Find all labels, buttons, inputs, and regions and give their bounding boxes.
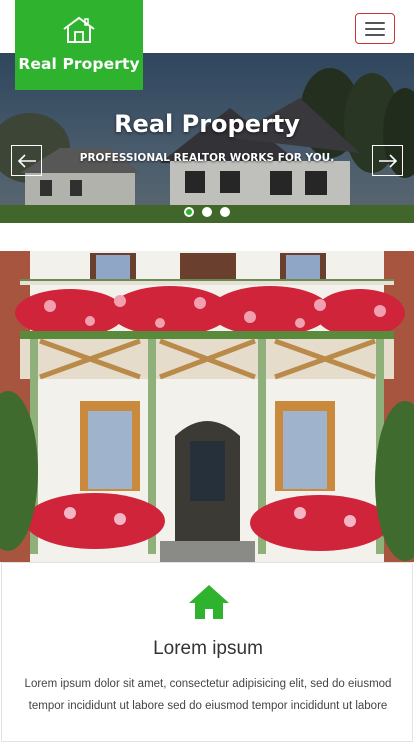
- menu-toggle-button[interactable]: [355, 13, 395, 44]
- hero-title: Real Property: [114, 110, 300, 138]
- slider-prev-button[interactable]: [11, 145, 42, 176]
- feature-image: [0, 251, 414, 562]
- house-outline-icon: [63, 16, 95, 43]
- brand-logo[interactable]: Real Property: [15, 0, 143, 90]
- slider-dot-3[interactable]: [220, 207, 230, 217]
- feature-description: Lorem ipsum dolor sit amet, consectetur …: [24, 678, 392, 712]
- brand-name: Real Property: [18, 55, 140, 73]
- slider-dots: [0, 207, 414, 217]
- slider-next-button[interactable]: [372, 145, 403, 176]
- slider-dot-2[interactable]: [202, 207, 212, 217]
- hamburger-menu-icon: [365, 21, 385, 24]
- feature-title: Lorem ipsum: [153, 638, 263, 659]
- hero-subtitle: PROFESSIONAL REALTOR WORKS FOR YOU.: [79, 152, 335, 164]
- feature-card: Lorem ipsum Lorem ipsum dolor sit amet, …: [1, 562, 413, 742]
- house-balcony-flowers-photo: [0, 251, 414, 562]
- arrow-left-icon: [17, 153, 36, 168]
- slider-dot-1[interactable]: [184, 207, 194, 217]
- home-icon: [189, 585, 229, 619]
- arrow-right-icon: [378, 153, 397, 168]
